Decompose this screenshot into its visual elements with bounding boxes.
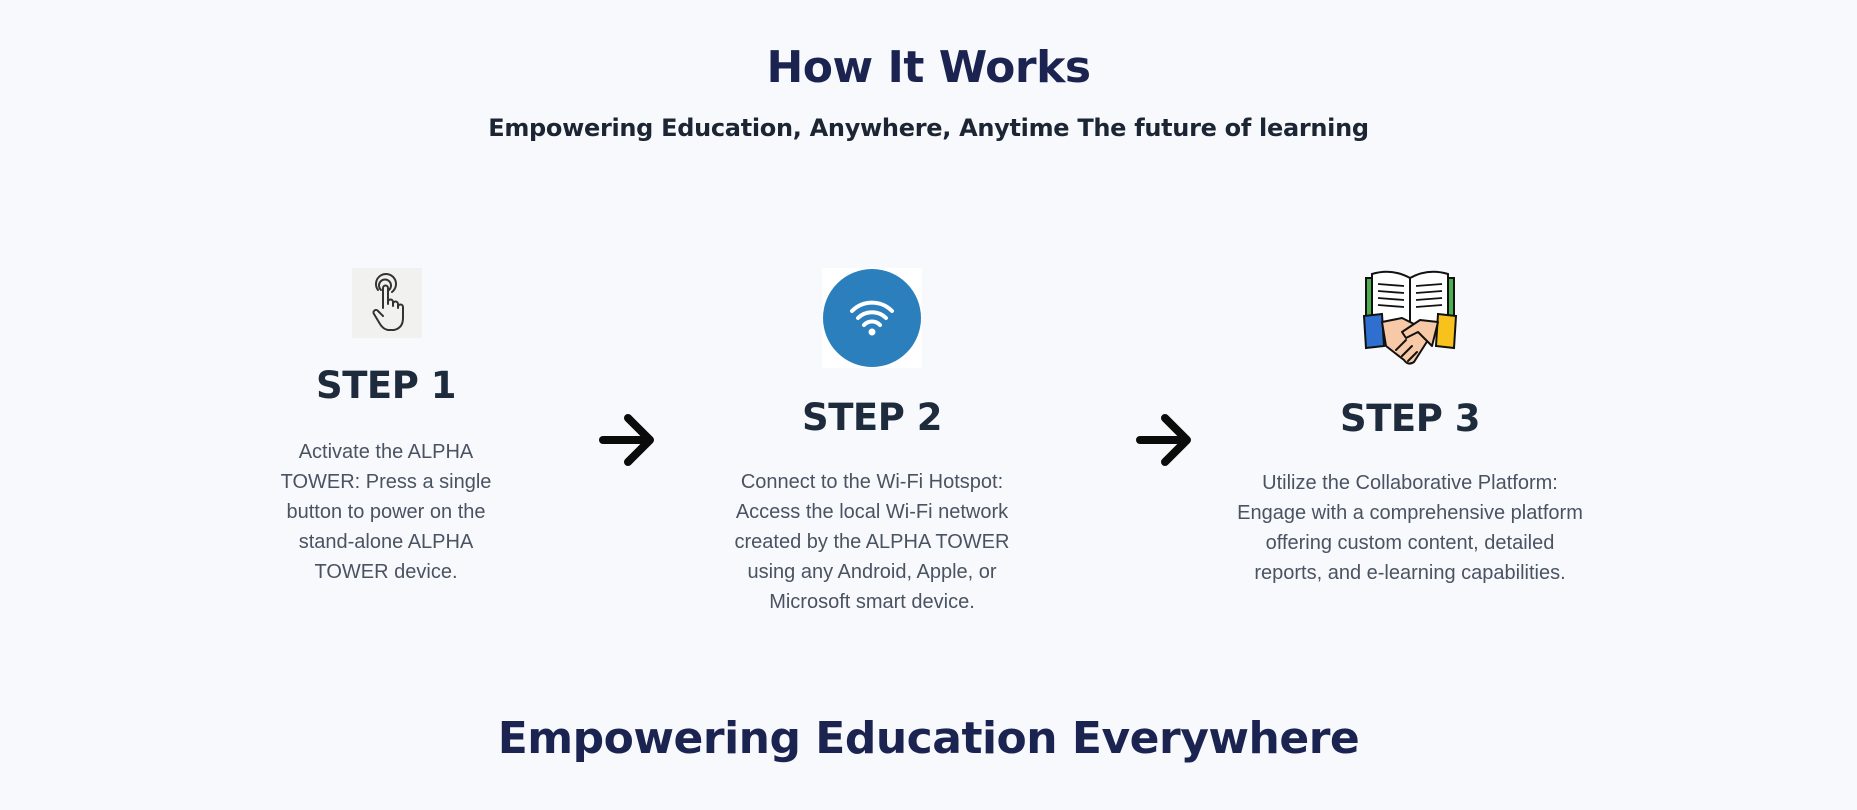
section-title: How It Works [766,42,1091,93]
book-handshake-icon [1362,266,1458,372]
how-it-works-section: How It Works Empowering Education, Anywh… [0,0,1857,810]
arrow-right-icon [1135,410,1193,470]
step-2-title: STEP 2 [802,396,942,439]
touch-hand-icon [352,268,422,338]
next-section-title: Empowering Education Everywhere [497,713,1360,764]
step-3-description: Utilize the Collaborative Platform: Enga… [1237,472,1583,584]
step-1-description: Activate the ALPHA TOWER: Press a single… [280,441,492,583]
step-2-description: Connect to the Wi-Fi Hotspot: Access the… [734,471,1010,613]
wifi-icon-frame [822,268,922,368]
section-subtitle: Empowering Education, Anywhere, Anytime … [488,114,1369,142]
wifi-icon [823,269,921,367]
step-3-title: STEP 3 [1340,397,1480,440]
step-1-title: STEP 1 [316,364,456,407]
arrow-right-icon [598,410,656,470]
